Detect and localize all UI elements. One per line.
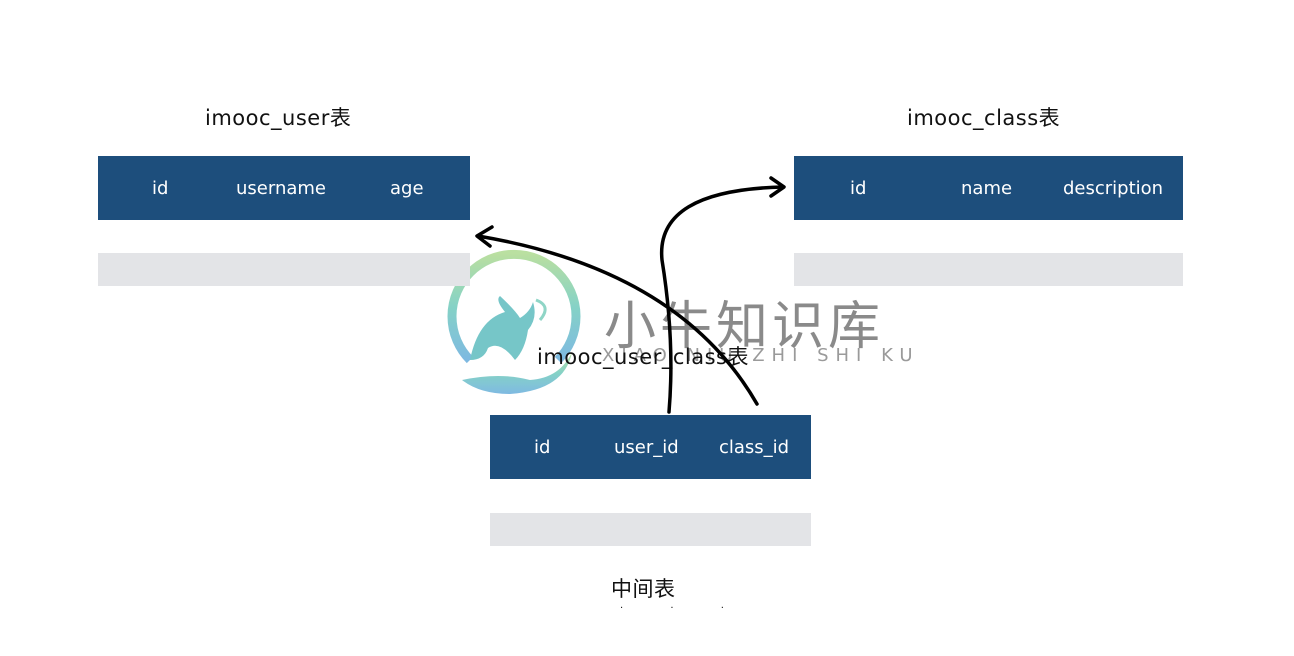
- arrow-class-id-to-user: [476, 234, 759, 406]
- relation-arrows: [475, 176, 786, 414]
- arrow-user-id-to-class: [659, 185, 785, 414]
